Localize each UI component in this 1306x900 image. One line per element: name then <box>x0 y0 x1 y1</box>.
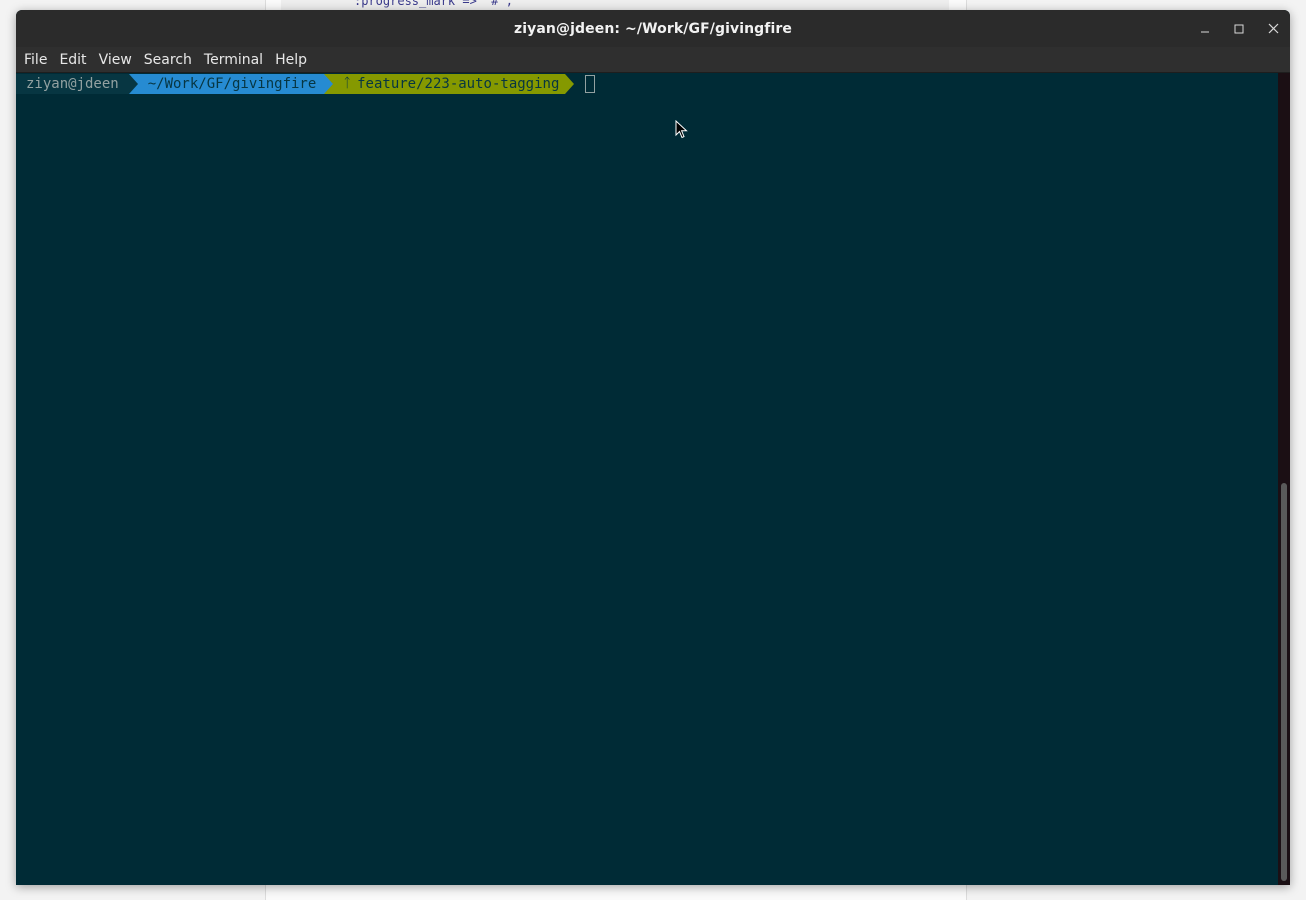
background-code-snippet: :progress_mark => '#', <box>354 0 513 8</box>
scrollbar-thumb[interactable] <box>1281 483 1287 881</box>
window-titlebar[interactable]: ziyan@jdeen: ~/Work/GF/givingfire <box>16 10 1290 47</box>
close-icon <box>1268 23 1278 34</box>
prompt-user-host: ziyan@jdeen <box>16 74 129 94</box>
minimize-button[interactable] <box>1188 10 1222 47</box>
mouse-pointer-icon <box>675 120 688 139</box>
terminal-area[interactable]: ziyan@jdeen ~/Work/GF/givingfire ᛏ featu… <box>16 73 1278 885</box>
terminal-scrollbar[interactable] <box>1278 73 1290 885</box>
maximize-button[interactable] <box>1222 10 1256 47</box>
window-controls <box>1188 10 1290 47</box>
maximize-icon <box>1234 24 1244 33</box>
prompt-branch-segment: ᛏ feature/223-auto-tagging <box>333 74 566 94</box>
minimize-icon <box>1201 31 1209 32</box>
menu-view[interactable]: View <box>93 47 138 73</box>
menu-help[interactable]: Help <box>269 47 313 73</box>
menu-search[interactable]: Search <box>138 47 198 73</box>
shell-prompt: ziyan@jdeen ~/Work/GF/givingfire ᛏ featu… <box>16 74 596 94</box>
prompt-end-arrow <box>565 74 575 94</box>
terminal-window: ziyan@jdeen: ~/Work/GF/givingfire File E… <box>16 10 1290 885</box>
menu-bar: File Edit View Search Terminal Help <box>16 47 1290 73</box>
git-branch-icon: ᛏ <box>343 76 352 91</box>
prompt-path: ~/Work/GF/givingfire <box>137 74 325 94</box>
text-cursor <box>585 75 596 93</box>
close-button[interactable] <box>1256 10 1290 47</box>
prompt-branch: feature/223-auto-tagging <box>357 76 560 92</box>
menu-edit[interactable]: Edit <box>53 47 92 73</box>
prompt-separator-arrow <box>324 74 334 94</box>
window-title: ziyan@jdeen: ~/Work/GF/givingfire <box>514 20 792 37</box>
prompt-separator-arrow <box>128 74 138 94</box>
menu-file[interactable]: File <box>18 47 53 73</box>
menu-terminal[interactable]: Terminal <box>198 47 269 73</box>
